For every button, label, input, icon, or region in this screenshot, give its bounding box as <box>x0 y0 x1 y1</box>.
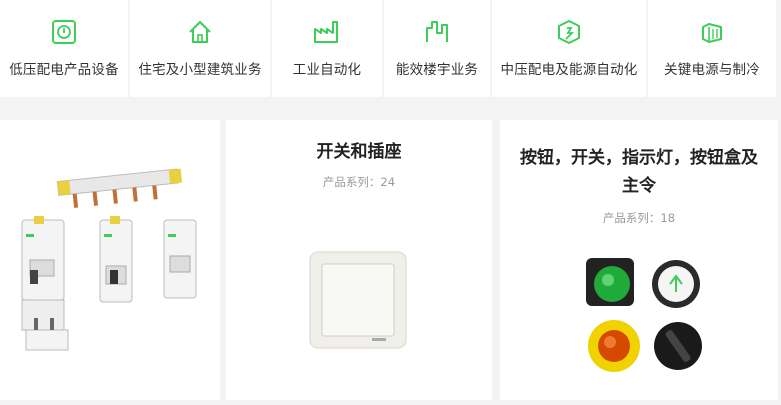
wall-switch-image <box>309 251 407 349</box>
category-nav: 低压配电产品设备 住宅及小型建筑业务 工业自动化 能效楼宇业务 中压配电及能源自… <box>0 0 781 97</box>
nav-item-critical-power[interactable]: 关键电源与制冷 <box>648 0 776 97</box>
nav-item-label: 住宅及小型建筑业务 <box>138 62 262 78</box>
nav-item-residential[interactable]: 住宅及小型建筑业务 <box>130 0 270 97</box>
card-title-line1: 按钮，开关，指示灯，按钮盒及 <box>520 148 758 168</box>
energy-icon <box>555 18 583 46</box>
nav-item-low-voltage[interactable]: 低压配电产品设备 <box>0 0 128 97</box>
nav-item-label: 中压配电及能源自动化 <box>500 62 638 78</box>
nav-item-industrial-automation[interactable]: 工业自动化 <box>272 0 382 97</box>
card-title-line2: 主令 <box>622 176 656 196</box>
circuit-breakers-image <box>21 168 197 351</box>
nav-item-label: 低压配电产品设备 <box>9 62 119 78</box>
push-buttons-image <box>586 258 702 372</box>
power-button-icon <box>50 18 78 46</box>
card-title: 开关和插座 <box>316 142 402 162</box>
nav-item-label: 关键电源与制冷 <box>664 62 760 78</box>
product-card-breakers[interactable] <box>0 120 220 400</box>
building-icon <box>423 18 451 46</box>
product-card-switches-sockets[interactable]: 开关和插座 产品系列：24 <box>226 120 492 400</box>
nav-item-label: 能效楼宇业务 <box>395 62 479 78</box>
product-card-push-buttons[interactable]: 按钮，开关，指示灯，按钮盒及 主令 产品系列：18 <box>500 120 778 400</box>
nav-item-label: 工业自动化 <box>292 62 362 78</box>
nav-item-medium-voltage[interactable]: 中压配电及能源自动化 <box>492 0 646 97</box>
nav-item-building-efficiency[interactable]: 能效楼宇业务 <box>384 0 490 97</box>
product-series-count: 产品系列：24 <box>322 175 396 189</box>
datacenter-icon <box>698 18 726 46</box>
house-icon <box>186 18 214 46</box>
product-series-count: 产品系列：18 <box>602 211 676 225</box>
factory-icon <box>313 18 341 46</box>
